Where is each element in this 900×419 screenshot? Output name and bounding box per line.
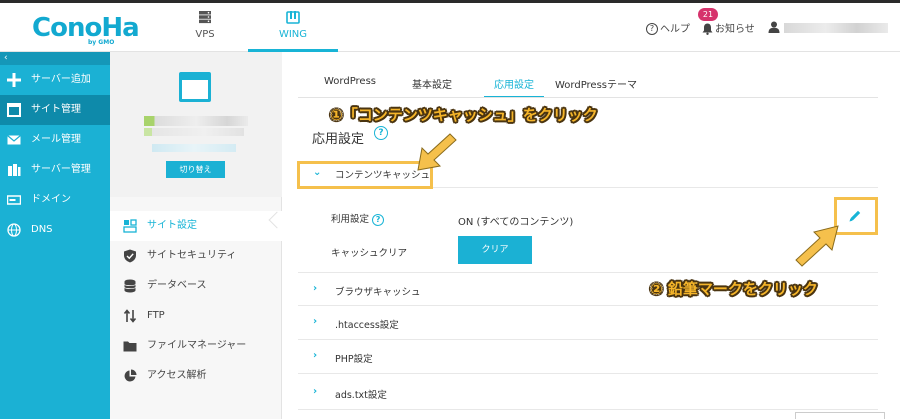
pencil-icon[interactable] — [848, 209, 862, 223]
sidebar-item-label: メール管理 — [31, 134, 81, 145]
site-summary: 切り替え — [110, 52, 282, 197]
chevron-right-icon: › — [313, 350, 318, 361]
help-circle-icon[interactable]: ? — [374, 126, 388, 140]
sidebar-collapse-button[interactable]: ‹ — [0, 52, 110, 65]
bell-icon — [702, 23, 713, 35]
sidebar-item-server-management[interactable]: サーバー管理 — [0, 155, 110, 185]
usage-setting-value: ON (すべてのコンテンツ) — [458, 217, 574, 228]
top-header: ConoHa by GMO VPS WING ? ヘルプ 21 お知らせ — [0, 0, 900, 52]
accordion-ads-txt[interactable]: › ads.txt設定 — [298, 376, 878, 410]
tabs-divider — [298, 97, 878, 98]
sidebar-item-domain[interactable]: ドメイン — [0, 185, 110, 215]
usage-setting-label: 利用設定? — [331, 211, 385, 226]
annotation-step2: ② 鉛筆マークをクリック — [650, 280, 818, 298]
domain-icon — [7, 195, 21, 205]
switch-site-button[interactable]: 切り替え — [166, 161, 225, 178]
tab-wordpress[interactable]: WordPress — [314, 72, 386, 98]
sidebar-item-label: サイト管理 — [31, 104, 81, 115]
accordion-label: ads.txt設定 — [335, 390, 387, 401]
logo-text: ConoHa — [32, 13, 140, 43]
chevron-left-icon: ‹ — [4, 53, 8, 63]
sidebar-item-dns[interactable]: DNS — [0, 215, 110, 245]
menu-item-label: サイトセキュリティ — [147, 250, 237, 261]
database-icon — [124, 279, 136, 293]
tab-wordpress-theme[interactable]: WordPressテーマ — [554, 72, 638, 98]
annotation-arrow-2 — [795, 225, 839, 267]
conoha-logo[interactable]: ConoHa by GMO — [32, 11, 140, 46]
site-url-blurred — [152, 144, 236, 152]
server-icon — [199, 11, 211, 24]
server-icon — [8, 164, 21, 176]
transfer-icon — [123, 309, 137, 323]
help-label: ヘルプ — [660, 24, 690, 35]
cache-clear-button[interactable]: クリア — [458, 236, 532, 264]
section-title: 応用設定 — [312, 132, 365, 147]
annotation-arrow-1 — [417, 133, 457, 171]
accordion-php[interactable]: › PHP設定 — [298, 340, 878, 374]
tab-advanced-settings[interactable]: 応用設定 — [484, 72, 544, 98]
accordion-label: PHP設定 — [335, 354, 373, 365]
sidebar-item-mail-management[interactable]: メール管理 — [0, 125, 110, 155]
menu-item-site-security[interactable]: サイトセキュリティ — [110, 241, 282, 271]
help-circle-icon[interactable]: ? — [372, 213, 385, 226]
pie-chart-icon — [124, 369, 137, 382]
tab-wing[interactable]: WING — [248, 3, 338, 52]
mail-icon — [7, 135, 21, 145]
sidebar-item-label: サーバー管理 — [31, 164, 91, 175]
user-name-blurred[interactable] — [784, 23, 888, 33]
tab-vps[interactable]: VPS — [160, 3, 250, 52]
logo-sub: by GMO — [88, 39, 115, 46]
chevron-right-icon: › — [313, 283, 318, 294]
tab-wing-label: WING — [278, 29, 308, 40]
folder-icon — [123, 341, 137, 352]
site-window-icon — [179, 72, 211, 102]
site-name-blurred — [144, 116, 248, 126]
bottom-partial-button[interactable] — [795, 412, 885, 419]
menu-item-database[interactable]: データベース — [110, 271, 282, 301]
notifications-link[interactable]: お知らせ — [702, 20, 755, 35]
menu-item-access-analytics[interactable]: アクセス解析 — [110, 361, 282, 391]
wing-icon — [286, 11, 300, 24]
window-icon — [7, 103, 21, 117]
sidebar-item-label: DNS — [31, 224, 53, 235]
menu-item-label: アクセス解析 — [147, 370, 207, 381]
layout-icon — [123, 219, 137, 233]
menu-item-site-settings[interactable]: サイト設定 — [110, 211, 282, 241]
accordion-label: .htaccess設定 — [335, 320, 399, 331]
sidebar-item-label: ドメイン — [31, 194, 71, 205]
tab-vps-label: VPS — [195, 29, 215, 40]
annotation-step1: ①「コンテンツキャッシュ」をクリック — [330, 106, 598, 124]
menu-item-label: FTP — [147, 310, 165, 321]
sidebar-item-site-management[interactable]: サイト管理 — [0, 95, 110, 125]
accordion-label: ブラウザキャッシュ — [335, 287, 421, 298]
help-link[interactable]: ? ヘルプ — [646, 20, 690, 35]
sidebar-item-label: サーバー追加 — [31, 74, 91, 85]
chevron-right-icon: › — [313, 316, 318, 327]
chevron-right-icon: › — [313, 386, 318, 397]
menu-item-ftp[interactable]: FTP — [110, 301, 282, 331]
shield-icon — [124, 249, 136, 263]
site-panel: 切り替え サイト設定 サイトセキュリティ データベース FTP ファイルマネージ… — [110, 52, 282, 419]
tab-basic-settings[interactable]: 基本設定 — [402, 72, 462, 98]
globe-icon — [7, 223, 21, 237]
question-circle-icon: ? — [646, 23, 658, 35]
sidebar-item-add-server[interactable]: サーバー追加 — [0, 65, 110, 95]
site-subtitle-blurred — [144, 128, 244, 136]
menu-item-label: データベース — [147, 280, 207, 291]
menu-item-label: ファイルマネージャー — [147, 340, 247, 351]
menu-item-label: サイト設定 — [147, 220, 197, 231]
menu-item-file-manager[interactable]: ファイルマネージャー — [110, 331, 282, 361]
notify-label: お知らせ — [715, 24, 755, 35]
cache-clear-label: キャッシュクリア — [331, 248, 408, 259]
user-icon[interactable] — [768, 21, 780, 33]
plus-icon — [7, 73, 21, 87]
accordion-htaccess[interactable]: › .htaccess設定 — [298, 306, 878, 340]
